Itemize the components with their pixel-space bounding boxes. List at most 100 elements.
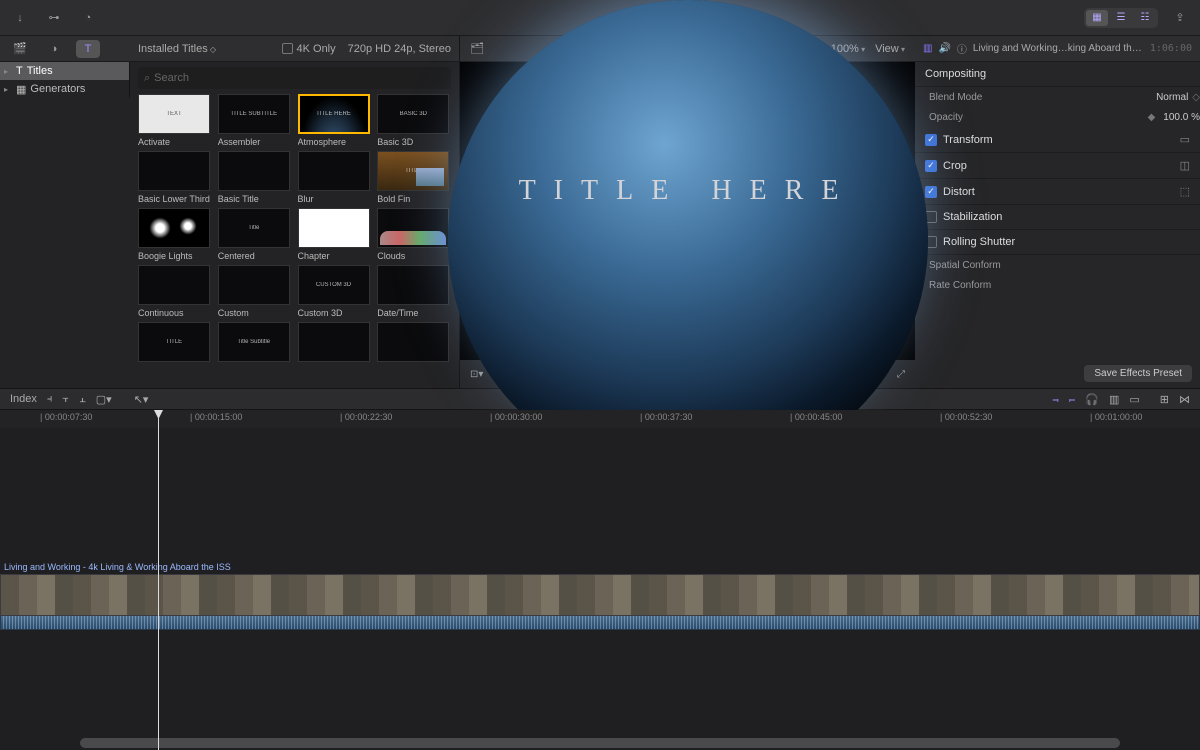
thumbnail-preview: Title Subtitle [218, 322, 290, 362]
inspector-group-rolling-shutter[interactable]: Rolling Shutter [915, 230, 1200, 255]
audio-skimming-icon[interactable]: ⫭ [1069, 393, 1075, 406]
checkbox-icon[interactable]: ✓ [925, 134, 937, 146]
info-inspector-icon[interactable]: ⓘ [957, 41, 967, 56]
inspector-clip-name: Living and Working…king Aboard the ISS [973, 43, 1144, 54]
checkbox-icon[interactable]: ✓ [925, 160, 937, 172]
disclosure-arrow-icon[interactable]: ▸ [4, 67, 12, 76]
thumbnail-preview [377, 265, 449, 305]
keyword-icon[interactable]: ⊶ [42, 9, 66, 27]
audio-clip-strip[interactable] [0, 616, 1200, 630]
reset-icon[interactable]: ◫ [1180, 159, 1190, 172]
title-thumbnail[interactable]: Custom [218, 265, 290, 318]
timeline-effects-icon[interactable]: ⊞ [1160, 393, 1169, 406]
title-thumbnail[interactable]: TITLE SUBTITLEAssembler [218, 94, 290, 147]
display-options-icon[interactable]: ⊡▾ [470, 369, 483, 380]
title-thumbnail[interactable]: Basic Lower Third [138, 151, 210, 204]
show-browser-button[interactable]: ▦ [1086, 10, 1108, 26]
insert-clip-icon[interactable]: ⫟ [62, 393, 69, 406]
primary-storyline[interactable]: Living and Working - 4k Living & Working… [0, 560, 1200, 632]
rate-conform-row[interactable]: Rate Conform [915, 275, 1200, 295]
reset-icon[interactable]: ▭ [1180, 133, 1190, 146]
reset-icon[interactable]: ⬚ [1180, 185, 1190, 198]
titles-generators-icon[interactable]: T [76, 40, 100, 58]
inspector-group-crop[interactable]: ✓Crop◫ [915, 153, 1200, 179]
title-thumbnail[interactable]: TEXTActivate [138, 94, 210, 147]
inspector-group-distort[interactable]: ✓Distort⬚ [915, 179, 1200, 205]
audio-inspector-icon[interactable]: 🔊 [938, 43, 950, 54]
search-input[interactable]: ⌕ Search [138, 67, 451, 89]
title-thumbnail[interactable]: TITLE HEREAtmosphere [298, 94, 370, 147]
title-thumbnail[interactable]: Blur [298, 151, 370, 204]
title-thumbnail[interactable]: Clouds [377, 208, 449, 261]
playhead[interactable] [158, 410, 159, 750]
viewer-canvas[interactable]: TITLE HERE [460, 62, 915, 360]
ruler-tick: | 00:01:00:00 [1090, 412, 1142, 422]
thumbnail-preview: CUSTOM 3D [298, 265, 370, 305]
connect-clip-icon[interactable]: ⫞ [47, 393, 53, 406]
show-inspector-button[interactable]: ☷ [1134, 10, 1156, 26]
title-overlay-text: TITLE HERE [460, 175, 915, 207]
keyframe-icon[interactable]: ◆ [1148, 112, 1156, 123]
timeline-index-button[interactable]: Index [10, 393, 37, 405]
thumbnail-label: Basic 3D [377, 137, 449, 147]
category-titles[interactable]: ▸ T Titles [0, 62, 129, 80]
ruler-tick: | 00:00:52:30 [940, 412, 992, 422]
photos-icon[interactable]: ◑ [42, 40, 66, 58]
timeline-transitions-icon[interactable]: ⋈ [1179, 393, 1190, 406]
skimming-icon[interactable]: ⫬ [1052, 393, 1058, 406]
title-thumbnail[interactable]: BASIC 3DBasic 3D [377, 94, 449, 147]
viewer-panel: 🗂 Atmosphere 100% View TITLE HERE ⊡▾ ✥▾ … [460, 36, 915, 388]
thumbnail-preview [377, 322, 449, 362]
compositing-header: Compositing [915, 62, 1200, 87]
bg-tasks-icon[interactable]: ◔ [76, 9, 100, 27]
video-inspector-icon[interactable]: ▥ [923, 43, 932, 54]
disclosure-arrow-icon[interactable]: ▸ [4, 85, 12, 94]
title-thumbnail[interactable]: Continuous [138, 265, 210, 318]
timeline[interactable]: | 00:00:07:30| 00:00:15:00| 00:00:22:30|… [0, 410, 1200, 750]
video-clip-strip[interactable] [0, 574, 1200, 616]
ruler-tick: | 00:00:30:00 [490, 412, 542, 422]
thumbnail-label: Atmosphere [298, 137, 370, 147]
title-thumbnail[interactable]: TITLE [138, 322, 210, 365]
title-thumbnail[interactable]: TitleCentered [218, 208, 290, 261]
title-thumbnail[interactable]: Chapter [298, 208, 370, 261]
thumbnail-label: Activate [138, 137, 210, 147]
inspector-group-transform[interactable]: ✓Transform▭ [915, 127, 1200, 153]
title-thumbnail[interactable]: CUSTOM 3DCustom 3D [298, 265, 370, 318]
solo-icon[interactable]: 🎧 [1085, 393, 1099, 406]
clip-appearance-icon[interactable]: ▭ [1129, 393, 1139, 406]
scrollbar-thumb[interactable] [80, 738, 1120, 748]
clapperboard-icon[interactable]: 🎬 [8, 40, 32, 58]
blend-mode-row[interactable]: Blend Mode Normal◇ [915, 87, 1200, 107]
timeline-scrollbar[interactable] [80, 738, 1120, 748]
title-thumbnail[interactable] [377, 322, 449, 365]
browser-filter-popup[interactable]: Installed Titles [138, 43, 216, 55]
view-popup[interactable]: View [875, 43, 905, 55]
inspector-group-stabilization[interactable]: Stabilization [915, 205, 1200, 230]
timeline-ruler[interactable]: | 00:00:07:30| 00:00:15:00| 00:00:22:30|… [0, 410, 1200, 428]
title-thumbnail[interactable]: Basic Title [218, 151, 290, 204]
show-timeline-button[interactable]: ☰ [1110, 10, 1132, 26]
ruler-tick: | 00:00:15:00 [190, 412, 242, 422]
import-icon[interactable]: ↓ [8, 9, 32, 27]
title-thumbnail[interactable]: Date/Time [377, 265, 449, 318]
snapping-icon[interactable]: ▥ [1109, 393, 1119, 406]
clip-label: Living and Working - 4k Living & Working… [0, 560, 1200, 574]
fullscreen-icon[interactable]: ⤢ [897, 369, 905, 380]
save-effects-preset-button[interactable]: Save Effects Preset [1084, 365, 1192, 382]
title-thumbnail[interactable]: TITLEBold Fin [377, 151, 449, 204]
opacity-row[interactable]: Opacity ◆ 100.0 % [915, 107, 1200, 127]
append-clip-icon[interactable]: ⫠ [79, 393, 86, 406]
overwrite-clip-icon[interactable]: ▢▾ [96, 393, 112, 406]
4k-only-checkbox[interactable]: 4K Only [282, 43, 336, 55]
library-panel: 🎬 ◑ T ▸ T Titles ▸ ▦ Generators [0, 36, 130, 388]
thumbnail-preview [298, 322, 370, 362]
title-thumbnail[interactable]: Boogie Lights [138, 208, 210, 261]
category-generators[interactable]: ▸ ▦ Generators [0, 80, 129, 98]
title-thumbnail[interactable]: Title Subtitle [218, 322, 290, 365]
share-icon[interactable]: ⇪ [1168, 9, 1192, 27]
select-tool-icon[interactable]: ↖▾ [134, 393, 149, 406]
checkbox-icon[interactable]: ✓ [925, 186, 937, 198]
spatial-conform-row[interactable]: Spatial Conform [915, 255, 1200, 275]
title-thumbnail[interactable] [298, 322, 370, 365]
